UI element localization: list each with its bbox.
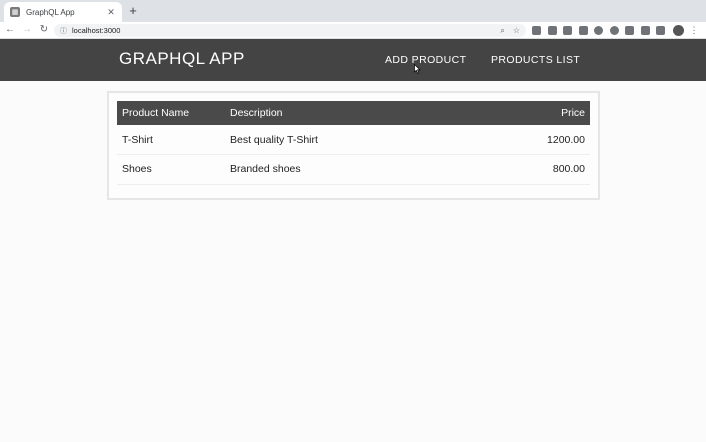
tab-title: GraphQL App	[26, 7, 75, 17]
browser-tabstrip: ▦ GraphQL App ✕ +	[0, 0, 706, 22]
back-icon[interactable]: ←	[3, 23, 17, 37]
close-tab-icon[interactable]: ✕	[106, 7, 116, 18]
mouse-cursor-icon	[414, 64, 421, 74]
address-bar[interactable]: ⓘ localhost:3000 ⌕ ☆	[54, 24, 526, 37]
table-row: T-Shirt Best quality T-Shirt 1200.00	[117, 125, 590, 155]
extension-icon[interactable]	[656, 26, 665, 35]
table-header-row: Product Name Description Price	[117, 101, 590, 125]
browser-toolbar: ← → ↻ ⓘ localhost:3000 ⌕ ☆ ⋮	[0, 22, 706, 39]
nav-products-list[interactable]: PRODUCTS LIST	[491, 54, 580, 66]
extension-icon[interactable]	[625, 26, 634, 35]
table-row: Shoes Branded shoes 800.00	[117, 154, 590, 185]
products-card: Product Name Description Price T-Shirt B…	[107, 91, 600, 200]
app-header: GRAPHQL APP ADD PRODUCT PRODUCTS LIST	[0, 39, 706, 81]
extension-icon[interactable]	[563, 26, 572, 35]
browser-tab[interactable]: ▦ GraphQL App ✕	[4, 2, 122, 22]
cell-product-name: T-Shirt	[117, 125, 225, 155]
extension-icon[interactable]	[609, 26, 619, 35]
extensions-bar: ⋮	[532, 24, 699, 37]
profile-avatar[interactable]	[672, 25, 684, 36]
favicon-icon: ▦	[10, 7, 20, 17]
new-tab-button[interactable]: +	[127, 4, 139, 18]
forward-icon[interactable]: →	[20, 23, 34, 37]
cell-price: 800.00	[465, 154, 590, 185]
extension-icon[interactable]	[578, 26, 588, 35]
header-description: Description	[230, 107, 283, 119]
extension-icon[interactable]	[547, 26, 557, 35]
cell-product-name: Shoes	[117, 154, 225, 185]
zoom-icon[interactable]: ⌕	[500, 26, 504, 36]
url-text[interactable]: localhost:3000	[72, 26, 492, 35]
info-icon[interactable]: ⓘ	[60, 26, 67, 36]
extension-icon[interactable]	[532, 26, 541, 35]
bookmark-star-icon[interactable]: ☆	[513, 26, 520, 35]
cell-description: Branded shoes	[225, 154, 466, 185]
app-title[interactable]: GRAPHQL APP	[119, 49, 245, 69]
puzzle-icon[interactable]	[640, 26, 650, 35]
cell-price: 1200.00	[465, 125, 590, 155]
header-product-name: Product Name	[122, 107, 190, 119]
cell-description: Best quality T-Shirt	[225, 125, 466, 155]
reload-icon[interactable]: ↻	[37, 23, 51, 37]
products-table: Product Name Description Price T-Shirt B…	[117, 101, 590, 185]
extension-icon[interactable]	[594, 26, 603, 35]
more-menu-icon[interactable]: ⋮	[690, 25, 699, 36]
header-price: Price	[561, 107, 585, 119]
nav-add-product[interactable]: ADD PRODUCT	[385, 54, 466, 66]
